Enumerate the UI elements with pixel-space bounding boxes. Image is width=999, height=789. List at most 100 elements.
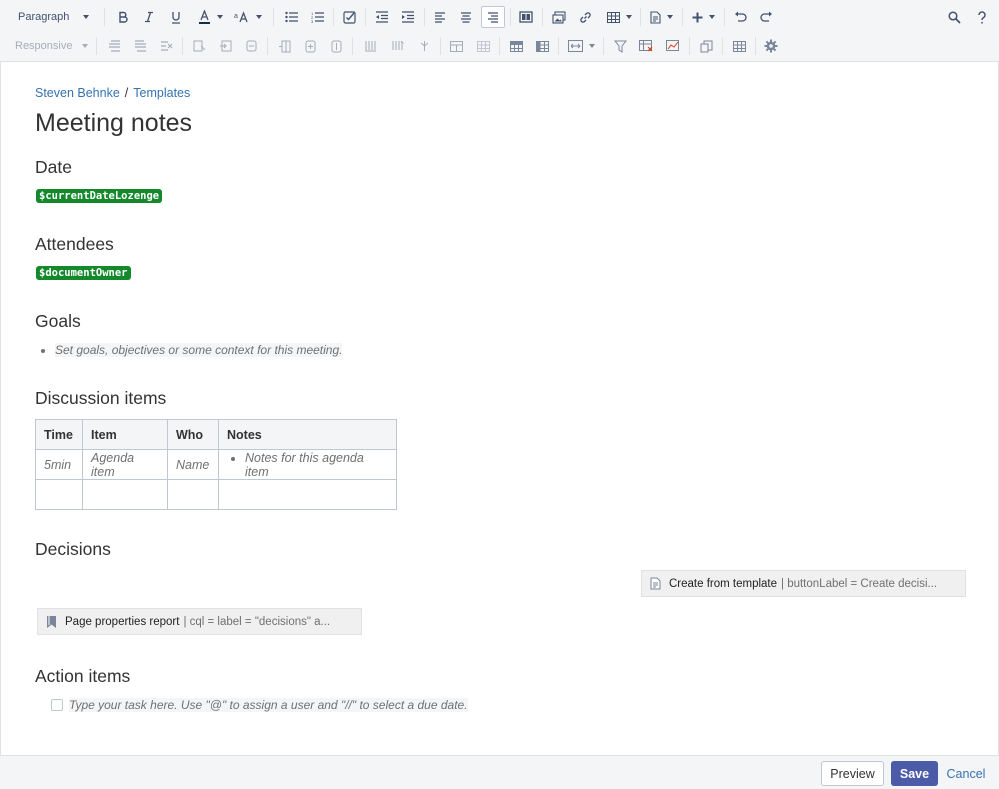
macro-params: | cql = label = "decisions" a...: [183, 615, 331, 628]
pivot-table-icon: [639, 39, 653, 51]
toolbar-separator: [542, 8, 543, 26]
current-date-variable[interactable]: $currentDateLozenge: [36, 189, 163, 203]
toolbar-row-formatting: Paragraph a 123: [0, 2, 999, 32]
delete-row-button[interactable]: [155, 35, 177, 57]
cancel-button[interactable]: Cancel: [943, 761, 989, 786]
table-filter-button[interactable]: [609, 35, 631, 57]
table-chart-button[interactable]: [662, 35, 684, 57]
heading-decisions[interactable]: Decisions: [35, 539, 111, 560]
find-replace-button[interactable]: [943, 6, 965, 28]
pivot-table-button[interactable]: [635, 35, 657, 57]
copy-row-button[interactable]: [214, 35, 236, 57]
table-cell[interactable]: Name: [167, 449, 219, 480]
help-button[interactable]: [971, 6, 993, 28]
align-center-icon: [461, 11, 471, 23]
table-cell[interactable]: Agenda item: [82, 449, 168, 480]
page-layout-button[interactable]: [515, 6, 537, 28]
macro-params: | buttonLabel = Create decisi...: [781, 577, 938, 590]
heading-row-button[interactable]: [505, 35, 527, 57]
task-placeholder[interactable]: Type your task here. Use "@" to assign a…: [69, 698, 468, 712]
preview-button[interactable]: Preview: [821, 761, 884, 786]
text-color-button[interactable]: [193, 6, 227, 28]
align-left-button[interactable]: [429, 6, 451, 28]
chart-icon: [666, 39, 679, 51]
table-width-dropdown[interactable]: [564, 35, 598, 57]
merge-cells-button[interactable]: [445, 35, 467, 57]
align-center-button[interactable]: [455, 6, 477, 28]
document-owner-variable[interactable]: $documentOwner: [36, 266, 131, 280]
toolbar-separator: [689, 37, 690, 55]
table-transformer-button[interactable]: [695, 35, 717, 57]
paste-column-button[interactable]: [413, 35, 435, 57]
numbered-list-button[interactable]: 123: [306, 6, 328, 28]
table-cell[interactable]: 5min: [35, 449, 83, 480]
breadcrumb-link-space[interactable]: Steven Behnke: [35, 86, 120, 100]
text-style-dropdown[interactable]: a: [234, 6, 262, 28]
insert-row-after-button[interactable]: [129, 35, 151, 57]
heading-attendees[interactable]: Attendees: [35, 234, 114, 255]
table-header-time[interactable]: Time: [35, 419, 83, 450]
paste-row-button[interactable]: [240, 35, 262, 57]
create-from-template-macro[interactable]: Create from template | buttonLabel = Cre…: [641, 570, 966, 597]
table-cell[interactable]: [82, 479, 168, 510]
split-cells-button[interactable]: [472, 35, 494, 57]
cut-column-icon: [364, 41, 376, 52]
heading-date[interactable]: Date: [35, 157, 72, 178]
table-spreadsheet-button[interactable]: [728, 35, 750, 57]
paragraph-style-dropdown[interactable]: Paragraph: [12, 6, 96, 28]
list-item[interactable]: Set goals, objectives or some context fo…: [55, 343, 343, 357]
responsive-dropdown[interactable]: Responsive: [10, 35, 89, 57]
bullet-list-button[interactable]: [280, 6, 302, 28]
insert-files-button[interactable]: [548, 6, 570, 28]
insert-row-before-button[interactable]: [103, 35, 125, 57]
insert-table-button[interactable]: [603, 6, 635, 28]
align-right-button[interactable]: [481, 6, 505, 28]
cut-column-button[interactable]: [359, 35, 381, 57]
heading-discussion-items[interactable]: Discussion items: [35, 388, 166, 409]
heading-column-button[interactable]: [531, 35, 553, 57]
column-after-icon: [305, 40, 315, 52]
copy-column-button[interactable]: [386, 35, 408, 57]
insert-link-button[interactable]: [574, 6, 596, 28]
underline-button[interactable]: [165, 6, 187, 28]
page-title[interactable]: Meeting notes: [35, 109, 192, 138]
heading-goals[interactable]: Goals: [35, 311, 81, 332]
outdent-button[interactable]: [370, 6, 392, 28]
chevron-down-icon: [708, 15, 715, 19]
bold-button[interactable]: [112, 6, 134, 28]
italic-button[interactable]: [138, 6, 160, 28]
table-cell[interactable]: [35, 479, 83, 510]
table-icon: [606, 11, 620, 23]
cut-row-button[interactable]: [188, 35, 210, 57]
table-cell[interactable]: [218, 479, 397, 510]
underline-icon: [172, 11, 180, 24]
task-checkbox[interactable]: [51, 699, 63, 711]
insert-template-button[interactable]: [645, 6, 677, 28]
table-cell[interactable]: Notes for this agenda item: [218, 449, 397, 480]
undo-button[interactable]: [729, 6, 751, 28]
table-settings-button[interactable]: [760, 35, 782, 57]
save-button[interactable]: Save: [891, 761, 938, 786]
bold-icon: [119, 11, 128, 23]
redo-button[interactable]: [755, 6, 777, 28]
table-header-notes[interactable]: Notes: [218, 419, 397, 450]
heading-action-items[interactable]: Action items: [35, 666, 130, 687]
insert-column-after-button[interactable]: [299, 35, 321, 57]
table-cell[interactable]: [167, 479, 219, 510]
task-list-button[interactable]: [338, 6, 360, 28]
insert-more-button[interactable]: [687, 6, 719, 28]
template-icon: [650, 577, 661, 590]
row-after-icon: [134, 40, 146, 52]
copy-column-icon: [392, 40, 404, 50]
page-properties-report-macro[interactable]: Page properties report | cql = label = "…: [37, 608, 362, 635]
breadcrumb-link-templates[interactable]: Templates: [133, 86, 190, 100]
list-item: Notes for this agenda item: [245, 451, 388, 479]
toolbar-separator: [104, 8, 105, 26]
insert-column-before-button[interactable]: [273, 35, 295, 57]
toolbar-separator: [424, 8, 425, 26]
indent-button[interactable]: [396, 6, 418, 28]
delete-column-button[interactable]: [325, 35, 347, 57]
macro-name: Create from template: [669, 577, 778, 590]
table-header-who[interactable]: Who: [167, 419, 219, 450]
table-header-item[interactable]: Item: [82, 419, 168, 450]
